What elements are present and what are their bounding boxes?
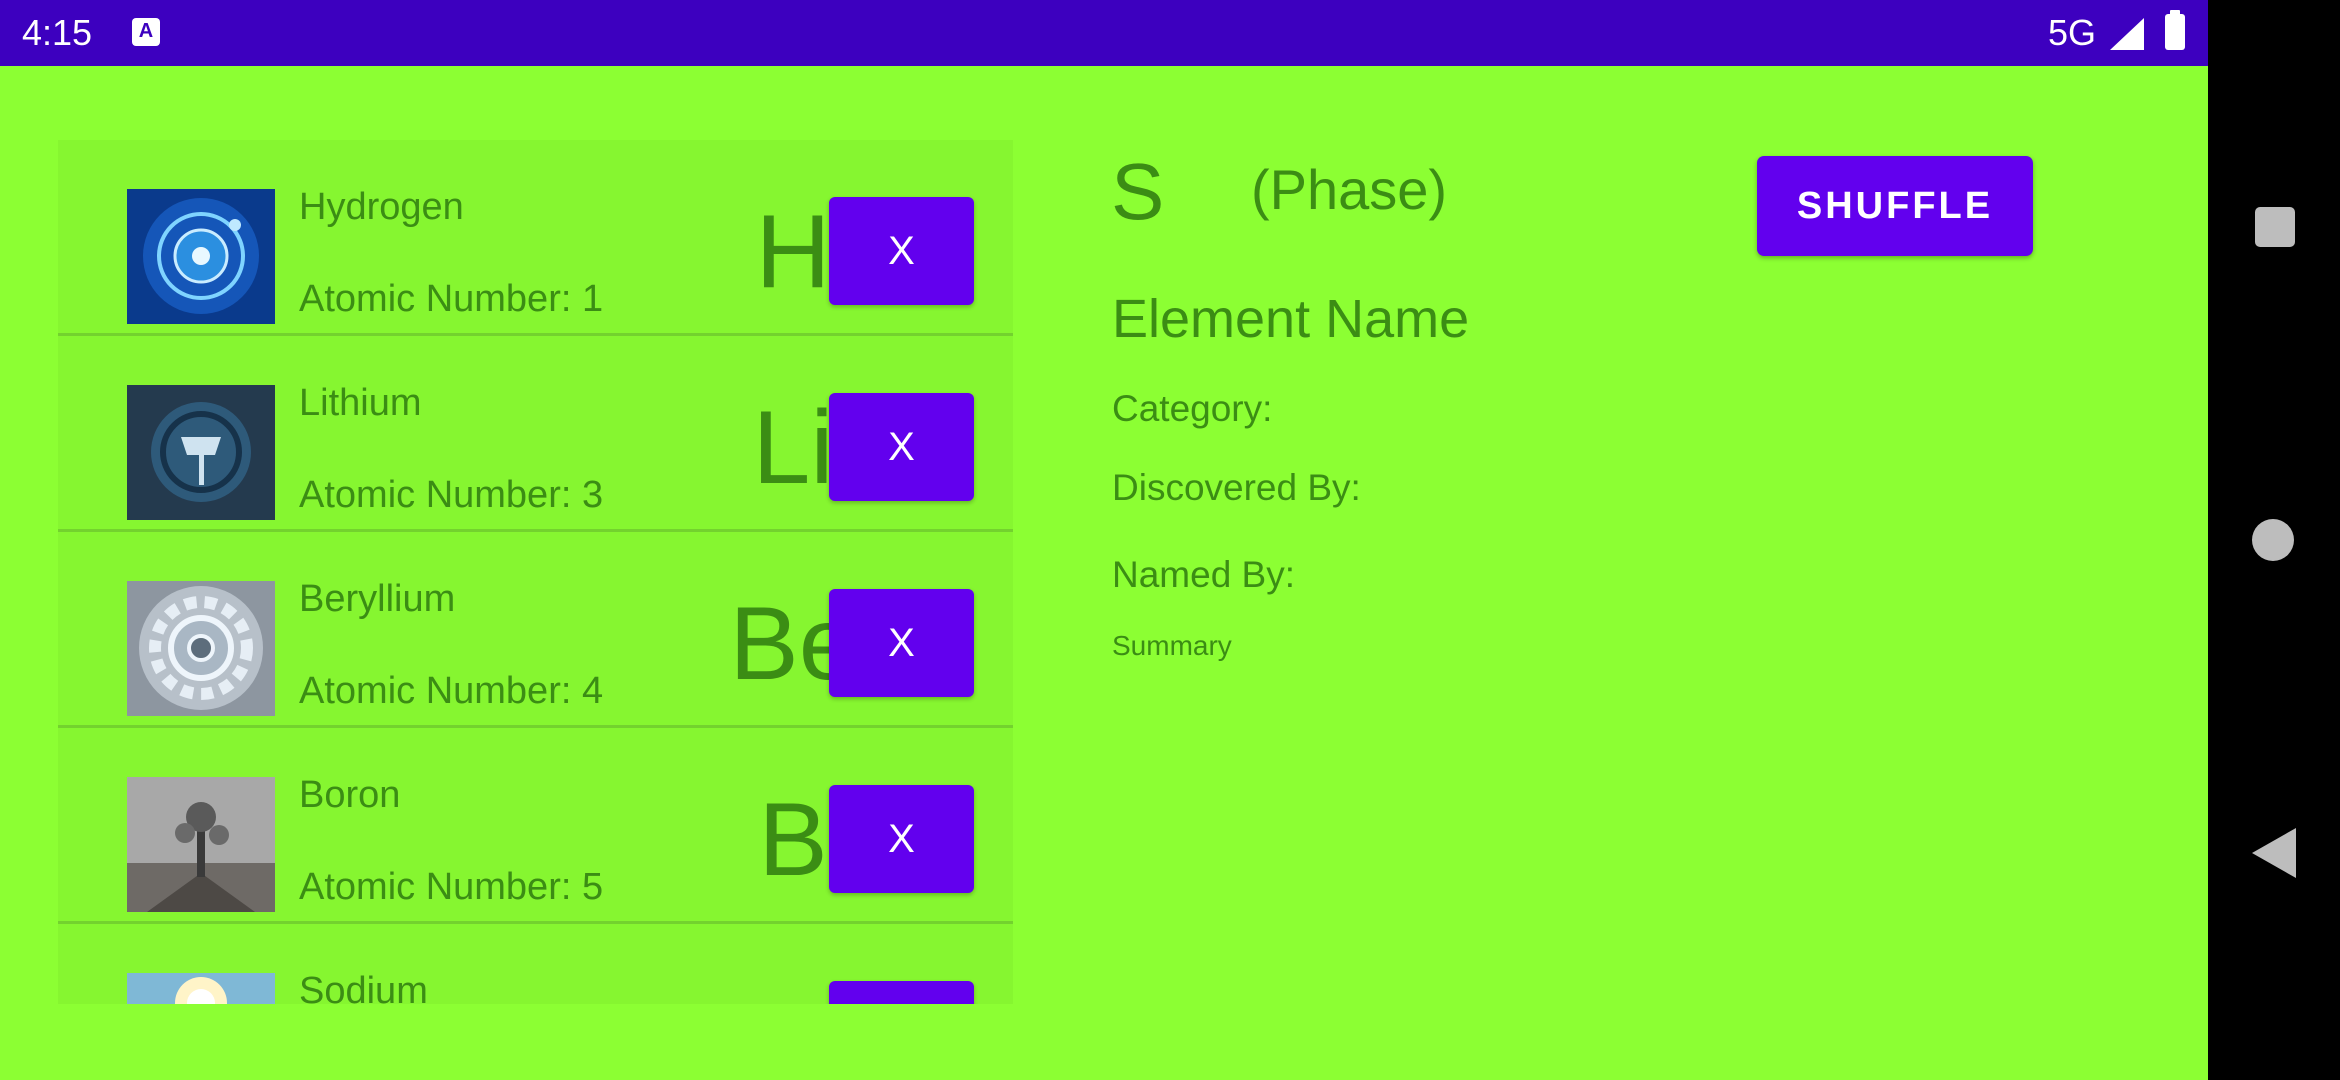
list-item-boron[interactable]: Boron Atomic Number: 5 B X [58,728,1013,924]
signal-icon [2110,18,2144,50]
element-thumbnail [127,973,275,1004]
battery-icon [2165,10,2185,50]
element-thumbnail [127,385,275,520]
notification-a-icon: A [132,18,160,46]
detail-symbol: S [1111,147,1165,236]
element-list[interactable]: Hydrogen Atomic Number: 1 H X Lithium At… [58,140,1013,1004]
detail-phase: (Phase) [1251,158,1448,221]
element-name: Boron [299,774,401,816]
app-screen: 4:15 A 5G Hydrogen Atomic Number: 1 H X [0,0,2208,1080]
detail-named-by: Named By: [1112,554,1296,595]
element-atomic-number: Atomic Number: 3 [299,474,604,516]
element-name: Hydrogen [299,186,464,228]
list-item-hydrogen[interactable]: Hydrogen Atomic Number: 1 H X [58,140,1013,336]
navigation-bar [2208,0,2340,1080]
detail-element-name: Element Name [1112,289,1470,349]
element-thumbnail [127,189,275,324]
status-time: 4:15 [22,12,93,53]
remove-element-button[interactable]: X [829,393,974,501]
element-atomic-number: Atomic Number: 5 [299,866,604,908]
shuffle-button[interactable]: SHUFFLE [1757,156,2033,256]
status-bar: 4:15 A 5G [0,0,2208,66]
element-thumbnail [127,581,275,716]
list-item-sodium[interactable]: Sodium [58,924,1013,1004]
element-thumbnail [127,777,275,912]
recents-square-icon[interactable] [2208,183,2340,273]
home-circle-icon[interactable] [2208,495,2340,585]
detail-summary: Summary [1112,630,1232,661]
list-item-lithium[interactable]: Lithium Atomic Number: 3 Li X [58,336,1013,532]
remove-element-button[interactable] [829,981,974,1004]
remove-element-button[interactable]: X [829,589,974,697]
detail-discovered-by: Discovered By: [1112,467,1361,508]
element-name: Sodium [299,970,428,1004]
detail-category: Category: [1112,388,1273,429]
element-atomic-number: Atomic Number: 4 [299,670,604,712]
element-atomic-number: Atomic Number: 1 [299,278,604,320]
element-name: Lithium [299,382,422,424]
list-item-beryllium[interactable]: Beryllium Atomic Number: 4 Be X [58,532,1013,728]
network-type: 5G [2048,12,2097,53]
back-triangle-icon[interactable] [2208,806,2340,896]
remove-element-button[interactable]: X [829,197,974,305]
remove-element-button[interactable]: X [829,785,974,893]
element-name: Beryllium [299,578,456,620]
